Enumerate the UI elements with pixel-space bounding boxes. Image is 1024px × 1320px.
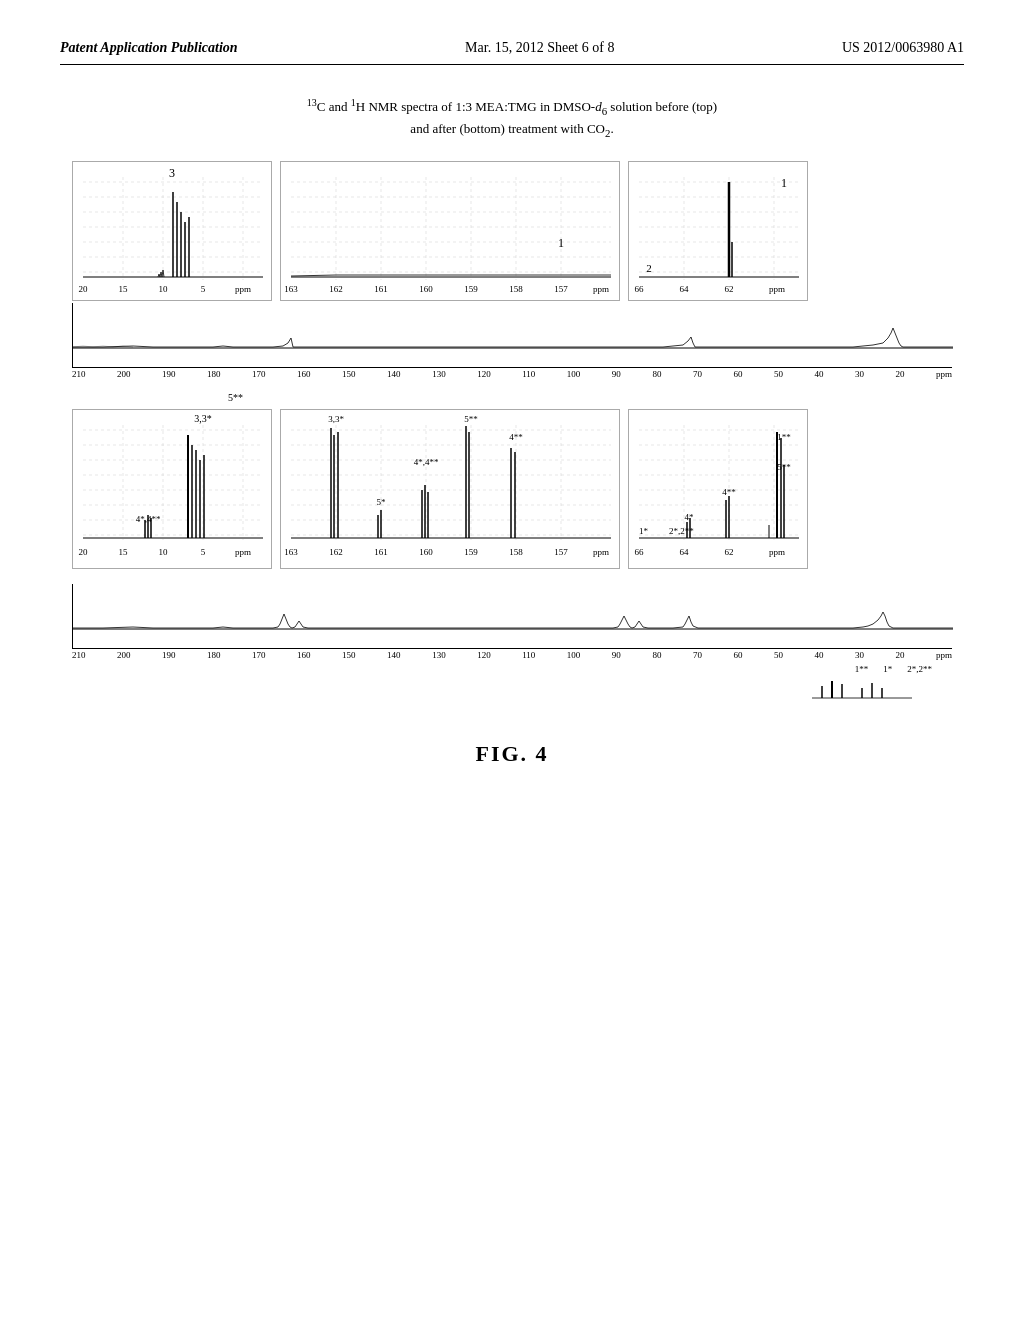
svg-text:66: 66 <box>635 284 645 294</box>
svg-text:15: 15 <box>119 284 129 294</box>
bottom-full-spectrum-labels: 2102001901801701601501401301201101009080… <box>72 649 952 660</box>
svg-text:ppm: ppm <box>235 547 251 557</box>
label-1doublestar: 1** <box>855 664 869 674</box>
bottom-full-spectrum <box>72 584 952 649</box>
publication-date-sheet: Mar. 15, 2012 Sheet 6 of 8 <box>465 40 614 56</box>
bottom-inset-1: 3,3* 4*,4** 20 15 10 5 <box>72 409 272 569</box>
svg-text:62: 62 <box>725 284 734 294</box>
svg-text:157: 157 <box>554 547 568 557</box>
top-full-spectrum-labels: 2102001901801701601501401301201101009080… <box>72 368 952 379</box>
bottom-spectrum-labels: 1** 1* 2*,2** <box>72 664 952 674</box>
label-2star: 2*,2** <box>907 664 932 674</box>
figure-title: 13C and 1H NMR spectra of 1:3 MEA:TMG in… <box>60 95 964 141</box>
top-inset-2: 1 163 162 161 160 159 158 157 ppm <box>280 161 620 301</box>
svg-text:15: 15 <box>119 547 129 557</box>
publication-number: US 2012/0063980 A1 <box>842 40 964 56</box>
label-1star: 1* <box>883 664 892 674</box>
svg-text:5*: 5* <box>377 497 387 507</box>
svg-text:ppm: ppm <box>593 284 609 294</box>
bottom-inset3-label-1star: 1* <box>639 526 648 536</box>
bottom-inset1-label-5star: 5** <box>228 392 243 403</box>
svg-text:20: 20 <box>79 547 89 557</box>
svg-text:4**: 4** <box>722 487 736 497</box>
bottom-inset-3: 1** 4** 4* 5** <box>628 409 808 569</box>
svg-text:4*,4**: 4*,4** <box>414 457 439 467</box>
publication-type: Patent Application Publication <box>60 40 238 56</box>
svg-text:160: 160 <box>419 547 433 557</box>
svg-text:157: 157 <box>554 284 568 294</box>
svg-text:3,3*: 3,3* <box>328 414 344 424</box>
top-full-spectrum <box>72 303 952 368</box>
svg-text:62: 62 <box>725 547 734 557</box>
bottom-inset3-label-2star: 2*,2** <box>669 526 694 536</box>
svg-text:159: 159 <box>464 284 478 294</box>
svg-text:5: 5 <box>201 284 206 294</box>
svg-text:161: 161 <box>374 547 388 557</box>
svg-text:5**: 5** <box>464 414 478 424</box>
svg-text:158: 158 <box>509 284 523 294</box>
svg-text:2: 2 <box>646 262 652 274</box>
svg-text:ppm: ppm <box>769 284 785 294</box>
svg-text:163: 163 <box>284 284 298 294</box>
svg-text:ppm: ppm <box>235 284 251 294</box>
svg-text:4**: 4** <box>509 432 523 442</box>
bottom-inset-2: 3,3* 5** 4** 5* 4*,4** <box>280 409 620 569</box>
figure-caption: FIG. 4 <box>60 741 964 767</box>
svg-text:5: 5 <box>201 547 206 557</box>
svg-text:159: 159 <box>464 547 478 557</box>
top-inset-1: 3 <box>72 161 272 301</box>
svg-text:ppm: ppm <box>593 547 609 557</box>
svg-text:161: 161 <box>374 284 388 294</box>
svg-text:158: 158 <box>509 547 523 557</box>
svg-text:10: 10 <box>159 284 169 294</box>
svg-text:64: 64 <box>680 284 690 294</box>
svg-text:162: 162 <box>329 547 343 557</box>
svg-text:66: 66 <box>635 547 645 557</box>
top-nmr-chart: 3 <box>72 161 952 379</box>
svg-text:64: 64 <box>680 547 690 557</box>
bottom-nmr-chart: 3,3* 4*,4** 20 15 10 5 <box>72 409 952 701</box>
svg-text:20: 20 <box>79 284 89 294</box>
bottom-small-peaks <box>72 676 952 701</box>
svg-text:1**: 1** <box>777 432 791 442</box>
svg-text:1: 1 <box>558 236 564 250</box>
svg-text:3,3*: 3,3* <box>194 413 212 424</box>
svg-text:10: 10 <box>159 547 169 557</box>
page-header: Patent Application Publication Mar. 15, … <box>60 40 964 65</box>
top-inset-3: 1 2 66 64 62 ppm <box>628 161 808 301</box>
svg-text:163: 163 <box>284 547 298 557</box>
svg-text:162: 162 <box>329 284 343 294</box>
svg-text:160: 160 <box>419 284 433 294</box>
svg-text:1: 1 <box>781 176 787 190</box>
svg-text:ppm: ppm <box>769 547 785 557</box>
